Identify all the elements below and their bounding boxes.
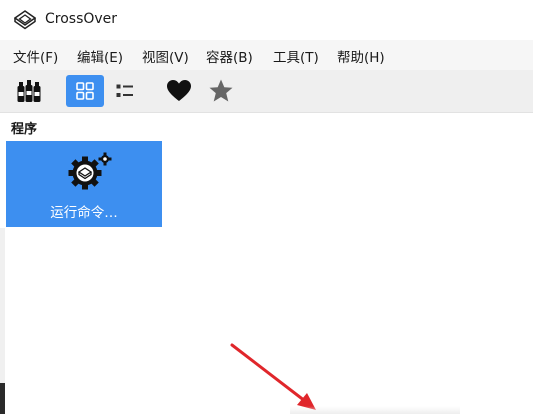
menu-help[interactable]: 帮助(H): [337, 46, 385, 66]
list-view-icon: [116, 84, 133, 97]
program-tile-run-command[interactable]: 运行命令…: [6, 141, 162, 227]
crossover-logo-icon: [14, 10, 36, 30]
title-bar[interactable]: CrossOver: [0, 0, 533, 40]
background-corner: [0, 383, 5, 414]
bottles-button[interactable]: [12, 75, 46, 107]
menu-file[interactable]: 文件(F): [13, 46, 58, 66]
window-title: CrossOver: [45, 11, 118, 27]
menu-bottles[interactable]: 容器(B): [206, 46, 253, 66]
program-tile-label: 运行命令…: [50, 205, 118, 221]
grid-view-icon: [76, 82, 94, 100]
menu-bar: 文件(F) 编辑(E) 视图(V) 容器(B) 工具(T) 帮助(H): [0, 40, 533, 70]
list-view-button[interactable]: [108, 75, 142, 107]
heart-icon: [167, 80, 191, 101]
bottles-icon: [17, 80, 41, 102]
section-programs-label: 程序: [11, 122, 38, 137]
annotation-arrow-icon: [230, 343, 316, 410]
menu-view[interactable]: 视图(V): [142, 46, 189, 66]
toolbar: [0, 70, 533, 113]
menu-edit[interactable]: 编辑(E): [77, 46, 123, 66]
grid-view-button[interactable]: [66, 75, 104, 107]
run-command-gear-icon: [68, 152, 112, 190]
bottom-highlight: [290, 406, 460, 414]
starred-button[interactable]: [204, 75, 238, 107]
favorites-button[interactable]: [162, 75, 196, 107]
star-icon: [209, 79, 233, 102]
menu-tools[interactable]: 工具(T): [273, 46, 319, 66]
